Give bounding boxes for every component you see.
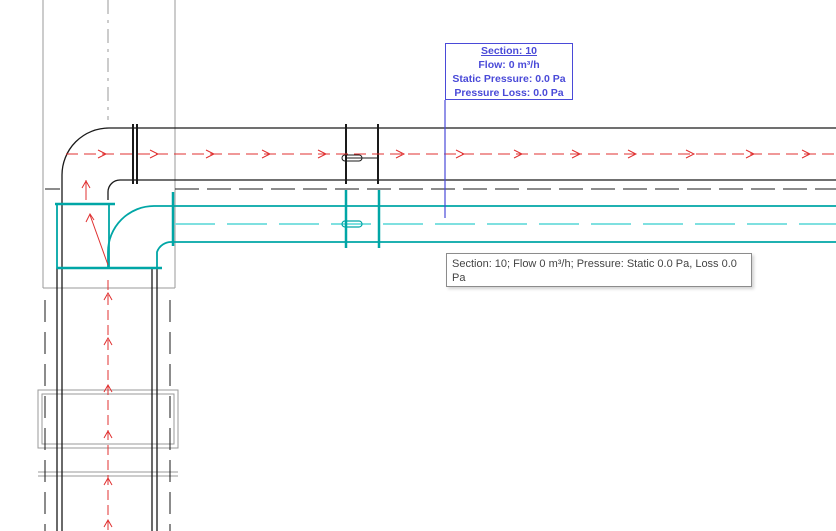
duct-main[interactable] xyxy=(56,127,836,531)
hidden-lines xyxy=(44,188,836,531)
section-tag[interactable]: Section: 10 Flow: 0 m³/h Static Pressure… xyxy=(445,43,573,100)
section-tag-title: Section: 10 xyxy=(480,45,538,57)
section-tag-pressure-loss: Pressure Loss: 0.0 Pa xyxy=(454,87,564,99)
tooltip-text: Section: 10; Flow 0 m³/h; Pressure: Stat… xyxy=(452,258,737,284)
hover-tooltip: Section: 10; Flow 0 m³/h; Pressure: Stat… xyxy=(446,253,752,287)
section-tag-static-pressure: Static Pressure: 0.0 Pa xyxy=(452,73,566,85)
section-tag-flow: Flow: 0 m³/h xyxy=(478,59,540,71)
flow-arrows xyxy=(66,149,836,531)
